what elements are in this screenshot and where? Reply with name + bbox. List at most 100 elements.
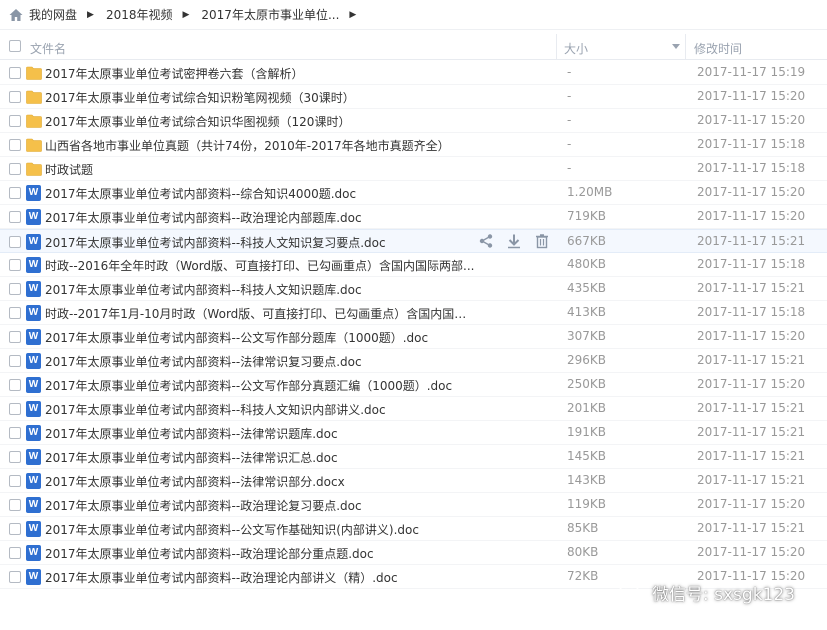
breadcrumb-item-videos[interactable]: 2018年视频 [106,6,173,23]
file-name-link[interactable]: 2017年太原事业单位考试内部资料--政治理论复习要点.doc [45,497,362,514]
file-name-link[interactable]: 2017年太原事业单位考试内部资料--法律常识复习要点.doc [45,353,362,370]
row-checkbox[interactable] [9,427,21,439]
file-name-link[interactable]: 2017年太原事业单位考试综合知识粉笔网视频（30课时） [45,89,355,106]
file-row[interactable]: 2017年太原事业单位考试综合知识粉笔网视频（30课时） - 2017-11-17 … [0,85,827,109]
file-name-link[interactable]: 时政--2016年全年时政（Word版、可直接打印、已勾画重点）含国内国际两部.… [45,257,475,274]
row-checkbox[interactable] [9,163,21,175]
word-doc-icon-letter: W [26,473,41,489]
delete-icon[interactable] [534,233,550,249]
file-row[interactable]: W 2017年太原事业单位考试内部资料--法律常识题库.doc 191KB 2017-… [0,421,827,445]
file-name-link[interactable]: 2017年太原事业单位考试内部资料--综合知识4000题.doc [45,185,356,202]
file-size: 307KB [567,329,607,343]
row-checkbox[interactable] [9,331,21,343]
file-row[interactable]: W 2017年太原事业单位考试内部资料--政治理论内部题库.doc 719KB 201… [0,205,827,229]
file-row[interactable]: W 2017年太原事业单位考试内部资料--法律常识复习要点.doc 296KB 201… [0,349,827,373]
column-header-size[interactable]: 大小 [556,34,686,60]
file-name-link[interactable]: 2017年太原事业单位考试内部资料--政治理论部分重点题.doc [45,545,374,562]
file-row[interactable]: W 2017年太原事业单位考试内部资料--政治理论复习要点.doc 119KB 201… [0,493,827,517]
file-row[interactable]: W 2017年太原事业单位考试内部资料--公文写作基础知识(内部讲义).doc 85… [0,517,827,541]
file-name-link[interactable]: 时政--2017年1月-10月时政（Word版、可直接打印、已勾画重点）含国内国… [45,305,475,322]
file-row[interactable]: 山西省各地市事业单位真题（共计74份，2010年-2017年各地市真题齐全） - 2… [0,133,827,157]
file-row[interactable]: W 2017年太原事业单位考试内部资料--公文写作部分真题汇编（1000题）.do… [0,373,827,397]
share-icon[interactable] [478,233,494,249]
modified-time: 2017-11-17 15:20 [697,89,806,103]
file-row[interactable]: 2017年太原事业单位考试综合知识华图视频（120课时） - 2017-11-17 … [0,109,827,133]
row-checkbox[interactable] [9,403,21,415]
file-name-link[interactable]: 2017年太原事业单位考试内部资料--科技人文知识内部讲义.doc [45,401,386,418]
file-row[interactable]: W 2017年太原事业单位考试内部资料--科技人文知识内部讲义.doc 201KB 2… [0,397,827,421]
row-checkbox[interactable] [9,139,21,151]
file-name-link[interactable]: 2017年太原事业单位考试内部资料--政治理论内部讲义（精）.doc [45,569,398,586]
row-checkbox[interactable] [9,571,21,583]
file-row[interactable]: 2017年太原事业单位考试密押卷六套（含解析） - 2017-11-17 15:19 [0,61,827,85]
word-doc-icon-letter: W [26,281,41,297]
row-checkbox[interactable] [9,115,21,127]
file-name-link[interactable]: 2017年太原事业单位考试内部资料--公文写作部分题库（1000题）.doc [45,329,428,346]
row-checkbox[interactable] [9,236,21,248]
row-checkbox[interactable] [9,67,21,79]
breadcrumb-item-home[interactable]: 我的网盘 [8,6,77,23]
word-doc-icon-letter: W [26,521,41,537]
word-doc-icon: W [26,401,41,417]
file-row[interactable]: W 2017年太原事业单位考试内部资料--法律常识汇总.doc 145KB 2017-… [0,445,827,469]
file-size: 719KB [567,209,607,223]
file-row[interactable]: 时政试题 - 2017-11-17 15:18 [0,157,827,181]
file-name-link[interactable]: 2017年太原事业单位考试内部资料--公文写作部分真题汇编（1000题）.doc [45,377,452,394]
word-doc-icon: W [26,281,41,297]
column-header-modified-time[interactable]: 修改时间 [694,40,742,57]
file-size: 191KB [567,425,607,439]
row-checkbox[interactable] [9,523,21,535]
breadcrumb-item-current[interactable]: 2017年太原市事业单位... [201,6,339,23]
file-name-link[interactable]: 2017年太原事业单位考试内部资料--科技人文知识题库.doc [45,281,362,298]
file-row[interactable]: W 时政--2017年1月-10月时政（Word版、可直接打印、已勾画重点）含国内… [0,301,827,325]
file-name-link[interactable]: 2017年太原事业单位考试综合知识华图视频（120课时） [45,113,350,130]
breadcrumb-dropdown-icon[interactable]: ▶ [349,10,356,20]
column-header-name[interactable]: 文件名 [30,40,66,57]
file-row[interactable]: W 2017年太原事业单位考试内部资料--综合知识4000题.doc 1.20MB 2… [0,181,827,205]
file-row[interactable]: W 2017年太原事业单位考试内部资料--科技人文知识复习要点.doc 667KB 2… [0,229,827,253]
modified-time: 2017-11-17 15:20 [697,377,806,391]
row-checkbox[interactable] [9,451,21,463]
file-size: 296KB [567,353,607,367]
row-actions [478,233,550,249]
file-size: 667KB [567,234,607,248]
modified-time: 2017-11-17 15:20 [697,329,806,343]
modified-time: 2017-11-17 15:20 [697,113,806,127]
file-row[interactable]: W 时政--2016年全年时政（Word版、可直接打印、已勾画重点）含国内国际两部… [0,253,827,277]
row-checkbox[interactable] [9,187,21,199]
modified-time: 2017-11-17 15:21 [697,449,806,463]
file-name-link[interactable]: 2017年太原事业单位考试内部资料--法律常识题库.doc [45,425,338,442]
file-size: 72KB [567,569,599,583]
row-checkbox[interactable] [9,211,21,223]
modified-time: 2017-11-17 15:21 [697,401,806,415]
download-icon[interactable] [506,233,522,249]
row-checkbox[interactable] [9,499,21,511]
file-size: 80KB [567,545,599,559]
row-checkbox[interactable] [9,307,21,319]
file-name-link[interactable]: 山西省各地市事业单位真题（共计74份，2010年-2017年各地市真题齐全） [45,137,450,154]
select-all-checkbox[interactable] [9,40,21,52]
file-name-link[interactable]: 2017年太原事业单位考试内部资料--政治理论内部题库.doc [45,209,362,226]
file-row[interactable]: W 2017年太原事业单位考试内部资料--法律常识部分.docx 143KB 2017… [0,469,827,493]
modified-time: 2017-11-17 15:21 [697,425,806,439]
file-name-link[interactable]: 2017年太原事业单位考试内部资料--法律常识部分.docx [45,473,345,490]
file-name-link[interactable]: 2017年太原事业单位考试内部资料--公文写作基础知识(内部讲义).doc [45,521,419,538]
file-name-link[interactable]: 时政试题 [45,161,93,178]
row-checkbox[interactable] [9,283,21,295]
row-checkbox[interactable] [9,355,21,367]
file-row[interactable]: W 2017年太原事业单位考试内部资料--政治理论部分重点题.doc 80KB 201… [0,541,827,565]
file-row[interactable]: W 2017年太原事业单位考试内部资料--公文写作部分题库（1000题）.doc 3… [0,325,827,349]
file-name-link[interactable]: 2017年太原事业单位考试内部资料--科技人文知识复习要点.doc [45,234,386,251]
row-checkbox[interactable] [9,379,21,391]
row-checkbox[interactable] [9,259,21,271]
row-checkbox[interactable] [9,475,21,487]
modified-time: 2017-11-17 15:21 [697,521,806,535]
file-name-link[interactable]: 2017年太原事业单位考试密押卷六套（含解析） [45,65,304,82]
file-size: - [567,161,572,175]
file-row[interactable]: W 2017年太原事业单位考试内部资料--科技人文知识题库.doc 435KB 201… [0,277,827,301]
row-checkbox[interactable] [9,91,21,103]
row-checkbox[interactable] [9,547,21,559]
file-size: - [567,89,572,103]
file-name-link[interactable]: 2017年太原事业单位考试内部资料--法律常识汇总.doc [45,449,338,466]
sort-dropdown-icon[interactable] [672,44,680,49]
